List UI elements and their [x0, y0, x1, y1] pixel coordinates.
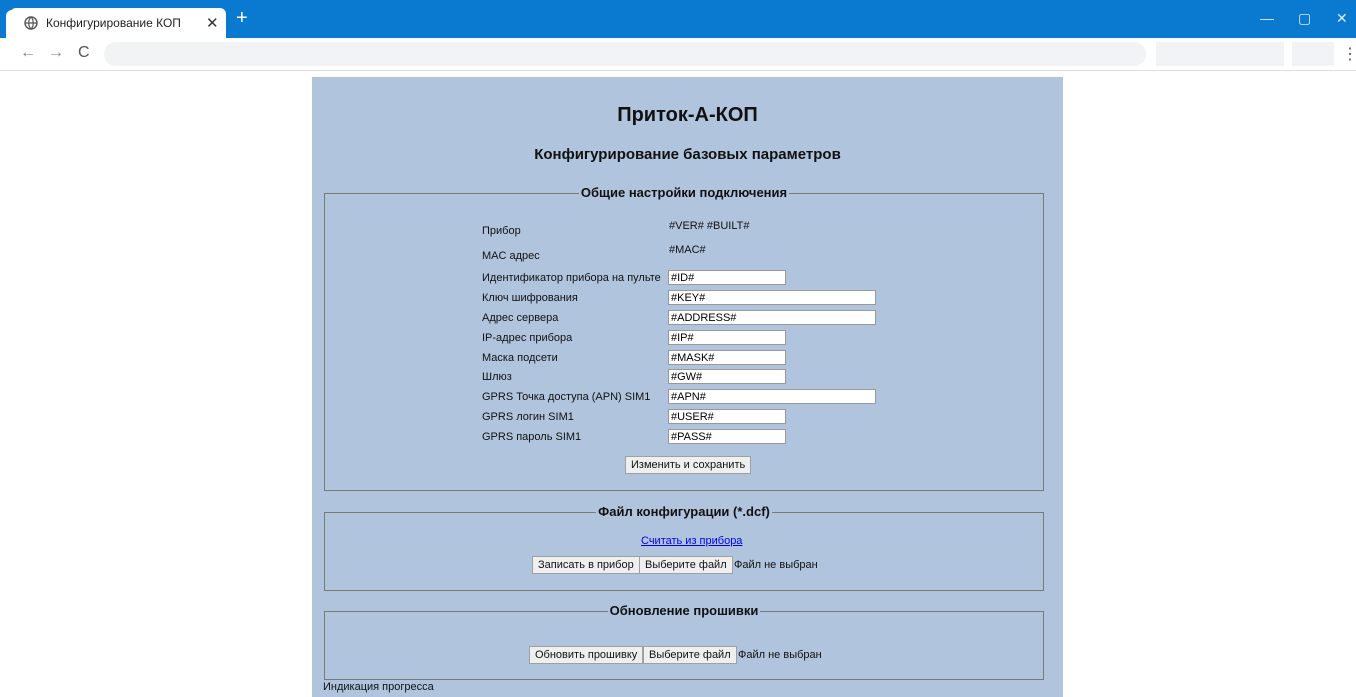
device-label: Прибор	[482, 225, 521, 237]
config-file-fieldset: Файл конфигурации (*.dcf) Считать из при…	[324, 504, 1044, 591]
firmware-choose-file-button[interactable]: Выберите файл	[643, 646, 737, 664]
browser-toolbar: ← → C ⋮	[0, 38, 1356, 71]
page-container: Приток-А-КОП Конфигурирование базовых па…	[312, 77, 1063, 697]
mac-label: MAC адрес	[482, 250, 540, 262]
browser-tab[interactable]: Конфигурирование КОП ✕	[10, 8, 226, 38]
general-settings-fieldset: Общие настройки подключения Прибор #VER#…	[324, 185, 1044, 491]
forward-icon[interactable]: →	[48, 44, 64, 62]
device-value: #VER# #BUILT#	[669, 220, 750, 232]
ip-address-label: IP-адрес прибора	[482, 332, 573, 344]
server-address-label: Адрес сервера	[482, 312, 559, 324]
device-id-input[interactable]	[668, 270, 786, 285]
apn-input[interactable]	[668, 389, 876, 404]
update-firmware-button[interactable]: Обновить прошивку	[529, 646, 644, 664]
gprs-login-label: GPRS логин SIM1	[482, 411, 574, 423]
firmware-fieldset: Обновление прошивки Обновить прошивку Вы…	[324, 603, 1044, 680]
minimize-icon[interactable]: —	[1260, 10, 1274, 26]
window-close-icon[interactable]: ✕	[1336, 10, 1348, 27]
encryption-key-label: Ключ шифрования	[482, 292, 578, 304]
reload-icon[interactable]: C	[78, 44, 90, 62]
write-to-device-button[interactable]: Записать в прибор	[532, 556, 640, 574]
browser-tab-bar: Конфигурирование КОП ✕ + — ▢ ✕	[0, 0, 1356, 38]
mac-value: #MAC#	[669, 244, 706, 256]
apn-label: GPRS Точка доступа (APN) SIM1	[482, 391, 651, 403]
subnet-mask-input[interactable]	[668, 350, 786, 365]
config-file-legend: Файл конфигурации (*.dcf)	[596, 504, 772, 519]
device-id-label: Идентификатор прибора на пульте	[482, 272, 661, 284]
firmware-legend: Обновление прошивки	[607, 603, 761, 618]
gprs-login-input[interactable]	[668, 409, 786, 424]
gateway-input[interactable]	[668, 369, 786, 384]
gprs-password-label: GPRS пароль SIM1	[482, 431, 582, 443]
ip-address-input[interactable]	[668, 330, 786, 345]
profile-button[interactable]	[1292, 42, 1334, 66]
read-from-device-link[interactable]: Считать из прибора	[641, 535, 742, 547]
subnet-mask-label: Маска подсети	[482, 352, 558, 364]
maximize-icon[interactable]: ▢	[1298, 10, 1311, 27]
globe-icon	[24, 16, 38, 30]
address-bar[interactable]	[104, 42, 1146, 66]
back-icon[interactable]: ←	[20, 44, 36, 62]
config-no-file-text: Файл не выбран	[734, 559, 818, 571]
encryption-key-input[interactable]	[668, 290, 876, 305]
tab-title: Конфигурирование КОП	[46, 16, 181, 30]
gateway-label: Шлюз	[482, 371, 512, 383]
page-title: Приток-А-КОП	[617, 104, 758, 126]
menu-icon[interactable]: ⋮	[1342, 44, 1356, 64]
save-button[interactable]: Изменить и сохранить	[625, 456, 752, 474]
progress-indicator-label: Индикация прогресса	[323, 681, 434, 693]
tab-close-icon[interactable]: ✕	[206, 14, 219, 32]
general-settings-legend: Общие настройки подключения	[578, 185, 790, 200]
server-address-input[interactable]	[668, 310, 876, 325]
gprs-password-input[interactable]	[668, 429, 786, 444]
toolbar-extension-area[interactable]	[1156, 42, 1284, 66]
page-subtitle: Конфигурирование базовых параметров	[534, 146, 841, 163]
firmware-no-file-text: Файл не выбран	[738, 649, 822, 661]
new-tab-icon[interactable]: +	[236, 8, 248, 28]
config-choose-file-button[interactable]: Выберите файл	[639, 556, 733, 574]
